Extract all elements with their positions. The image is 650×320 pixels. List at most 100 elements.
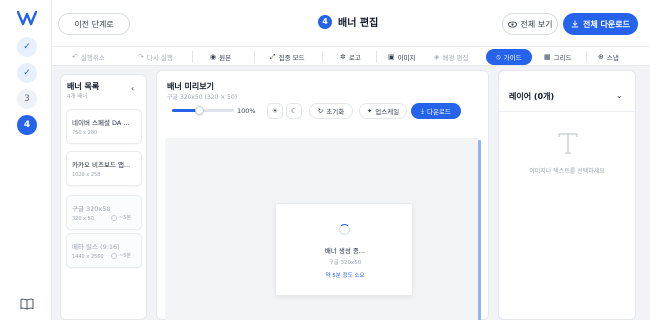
- reset-label: 초기화: [326, 108, 345, 116]
- fullscreen-button[interactable]: 전체 보기: [502, 13, 558, 35]
- step-rail: ✓ ✓ 3 4: [0, 0, 52, 320]
- fullscreen-label: 전체 보기: [520, 19, 553, 29]
- top-header: 이전 단계로 4 배너 편집 전체 보기 전체 다운로드: [52, 0, 650, 46]
- moon-icon: ☾: [290, 107, 298, 115]
- grid-button[interactable]: ▦ 그리드: [544, 50, 572, 64]
- grid-label: 그리드: [553, 54, 572, 62]
- toolbar-divider: [254, 51, 255, 63]
- loading-spinner-icon: [111, 252, 117, 259]
- layer-panel-title: 레이어 (0개): [509, 92, 555, 101]
- loading-subtitle: 구글 320x50: [328, 260, 362, 266]
- undo-icon: ↶: [72, 53, 78, 61]
- banner-card-naver[interactable]: 네이버 스페셜 DA ... 750 x 280: [66, 109, 142, 144]
- zoom-slider[interactable]: [172, 106, 234, 115]
- step-number-badge: 4: [318, 14, 332, 29]
- banner-eta: ~5분: [119, 215, 131, 221]
- collapse-chevron-icon[interactable]: ‹: [131, 84, 134, 93]
- banner-name: 메타 릴스 (9:16): [72, 243, 120, 251]
- step-3[interactable]: 3: [17, 89, 37, 109]
- loading-eta: 약 5분 정도 소요: [325, 273, 365, 279]
- undo-label: 실행취소: [80, 54, 105, 62]
- banner-size: 320 x 50: [72, 216, 95, 222]
- magnet-icon: ⊕: [598, 53, 604, 61]
- banner-card-google[interactable]: 구글 320x50 320 x 50 ~5분: [66, 195, 142, 230]
- banner-size: 750 x 280: [72, 130, 98, 136]
- toolbar-divider: [192, 51, 193, 63]
- bg-edit-label: 배경 편집: [442, 54, 469, 62]
- page-title-group: 4 배너 편집: [318, 14, 378, 29]
- redo-button[interactable]: ↷ 다시 실행: [138, 50, 173, 64]
- download-icon: ⤓: [421, 106, 424, 115]
- banner-status: ~5분: [111, 214, 131, 221]
- download-button[interactable]: ⤓ 다운로드: [411, 103, 461, 119]
- layer-empty-hint: 이미지나 텍스트를 선택하세요: [529, 168, 605, 175]
- sun-icon: ☀: [271, 107, 279, 115]
- focus-mode-button[interactable]: ⤢ 집중 모드: [270, 50, 305, 64]
- download-icon: [571, 20, 579, 28]
- toolbar-divider: [376, 51, 377, 63]
- preview-title: 배너 미리보기: [167, 82, 214, 91]
- page-title: 배너 편집: [338, 18, 379, 29]
- loading-spinner-icon: [111, 214, 117, 221]
- preview-canvas[interactable]: 배너 생성 중... 구글 320x50 약 5분 정도 소요: [165, 138, 481, 320]
- layer-divider: [499, 111, 635, 112]
- guide-toggle-button[interactable]: ⦸ 가이드: [486, 49, 532, 65]
- eye-icon: [507, 20, 517, 28]
- image-label: 이미지: [397, 54, 416, 62]
- redo-icon: ↷: [138, 53, 144, 61]
- download-all-label: 전체 다운로드: [583, 19, 630, 29]
- layer-panel: 레이어 (0개) ⌄ 이미지나 텍스트를 선택하세요: [498, 70, 636, 320]
- image-button[interactable]: ▣ 이미지: [388, 50, 416, 64]
- logo-tool-icon: ✲: [340, 53, 346, 61]
- download-label: 다운로드: [426, 108, 451, 116]
- banner-loading-card: 배너 생성 중... 구글 320x50 약 5분 정도 소요: [275, 203, 413, 296]
- zoom-slider-thumb[interactable]: [195, 106, 205, 115]
- previous-step-button[interactable]: 이전 단계로: [58, 13, 130, 35]
- dark-mode-button[interactable]: ☾: [286, 103, 302, 119]
- banner-size: 1029 x 258: [72, 172, 101, 178]
- zoom-percent: 100%: [237, 107, 256, 115]
- layers-icon: ◈: [434, 53, 440, 61]
- toolbar-divider: [322, 51, 323, 63]
- upscale-label: 업스케일: [375, 108, 400, 116]
- sparkle-icon: ✦: [366, 107, 373, 115]
- snap-button[interactable]: ⊕ 스냅: [598, 50, 619, 64]
- snap-label: 스냅: [606, 54, 619, 62]
- guide-icon: ⦸: [496, 52, 501, 61]
- bg-edit-button[interactable]: ◈ 배경 편집: [434, 50, 468, 64]
- step-4-active[interactable]: 4: [17, 115, 37, 135]
- text-type-icon: [558, 133, 578, 154]
- reset-button[interactable]: ↻ 초기화: [309, 103, 353, 119]
- banner-preview-panel: 배너 미리보기 구글 320x50 (320 × 50) 100% ☀ ☾ ↻ 초…: [156, 70, 489, 320]
- step-2-done[interactable]: ✓: [17, 63, 37, 83]
- app-logo[interactable]: [17, 10, 37, 26]
- banner-eta: ~5분: [119, 253, 131, 259]
- download-all-button[interactable]: 전체 다운로드: [563, 13, 638, 35]
- banner-status: ~5분: [111, 252, 131, 259]
- banner-list-title: 배너 목록: [67, 82, 100, 91]
- chevron-down-icon[interactable]: ⌄: [616, 91, 623, 100]
- undo-button[interactable]: ↶ 실행취소: [72, 50, 105, 64]
- image-icon: ▣: [388, 53, 395, 61]
- banner-size: 1440 x 2560: [72, 254, 104, 260]
- book-icon[interactable]: [20, 298, 34, 310]
- expand-icon: ⤢: [270, 52, 276, 61]
- original-label: 원본: [219, 54, 232, 62]
- banner-name: 구글 320x50: [72, 205, 111, 213]
- banner-list-panel: 배너 목록 4개 배너 ‹ 네이버 스페셜 DA ... 750 x 280 카…: [60, 74, 147, 320]
- upscale-button[interactable]: ✦ 업스케일: [359, 103, 407, 119]
- step-1-done[interactable]: ✓: [17, 37, 37, 57]
- eye-icon: ◉: [210, 53, 217, 61]
- original-button[interactable]: ◉ 원본: [210, 50, 231, 64]
- logo-button[interactable]: ✲ 로고: [340, 50, 361, 64]
- banner-card-meta[interactable]: 메타 릴스 (9:16) 1440 x 2560 ~5분: [66, 233, 142, 268]
- focus-mode-label: 집중 모드: [278, 54, 305, 62]
- banner-name: 카카오 비즈보드 앱...: [72, 161, 131, 169]
- grid-icon: ▦: [544, 53, 551, 61]
- preview-scrollbar[interactable]: [478, 140, 481, 320]
- preview-subtitle: 구글 320x50 (320 × 50): [167, 94, 238, 101]
- banner-count: 4개 배너: [67, 94, 88, 100]
- banner-name: 네이버 스페셜 DA ...: [72, 119, 130, 127]
- light-mode-button[interactable]: ☀: [267, 103, 283, 119]
- banner-card-kakao[interactable]: 카카오 비즈보드 앱... 1029 x 258: [66, 151, 142, 186]
